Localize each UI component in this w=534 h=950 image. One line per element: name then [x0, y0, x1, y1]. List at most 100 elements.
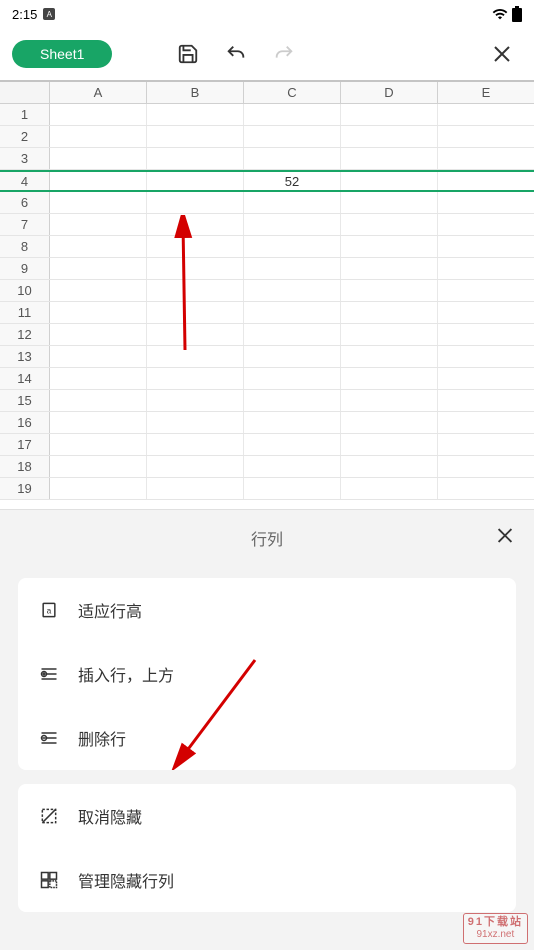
- row[interactable]: 7: [0, 214, 534, 236]
- row-header[interactable]: 10: [0, 280, 50, 301]
- row[interactable]: 12: [0, 324, 534, 346]
- menu-fit-row-height[interactable]: a 适应行高: [18, 578, 516, 642]
- row[interactable]: 10: [0, 280, 534, 302]
- cell[interactable]: [50, 126, 147, 147]
- cell[interactable]: [341, 148, 438, 169]
- cell[interactable]: [50, 434, 147, 455]
- row[interactable]: 3: [0, 148, 534, 170]
- row-header[interactable]: 8: [0, 236, 50, 257]
- cell[interactable]: [50, 280, 147, 301]
- cell[interactable]: [147, 214, 244, 235]
- col-header-a[interactable]: A: [50, 82, 147, 103]
- row-header[interactable]: 6: [0, 192, 50, 213]
- cell[interactable]: [244, 104, 341, 125]
- cell[interactable]: [438, 192, 534, 213]
- redo-button[interactable]: [264, 34, 304, 74]
- col-header-b[interactable]: B: [147, 82, 244, 103]
- col-header-e[interactable]: E: [438, 82, 534, 103]
- cell[interactable]: [438, 412, 534, 433]
- cell[interactable]: [341, 368, 438, 389]
- row[interactable]: 19: [0, 478, 534, 500]
- cell[interactable]: [244, 456, 341, 477]
- cell[interactable]: [341, 192, 438, 213]
- row-header[interactable]: 11: [0, 302, 50, 323]
- row-header[interactable]: 14: [0, 368, 50, 389]
- row-header[interactable]: 1: [0, 104, 50, 125]
- cell[interactable]: [244, 148, 341, 169]
- menu-unhide[interactable]: 取消隐藏: [18, 784, 516, 848]
- cell[interactable]: [438, 302, 534, 323]
- cell[interactable]: [244, 434, 341, 455]
- cell[interactable]: [50, 368, 147, 389]
- menu-delete-row[interactable]: 删除行: [18, 706, 516, 770]
- cell[interactable]: [147, 104, 244, 125]
- cell[interactable]: [341, 346, 438, 367]
- cell[interactable]: [438, 434, 534, 455]
- cell[interactable]: [244, 478, 341, 499]
- cell[interactable]: [244, 258, 341, 279]
- cell[interactable]: [50, 412, 147, 433]
- row[interactable]: 17: [0, 434, 534, 456]
- cell[interactable]: [244, 412, 341, 433]
- cell[interactable]: [244, 390, 341, 411]
- row-header[interactable]: 18: [0, 456, 50, 477]
- row-header[interactable]: 9: [0, 258, 50, 279]
- cell[interactable]: [50, 148, 147, 169]
- cell[interactable]: [438, 104, 534, 125]
- cell[interactable]: [147, 324, 244, 345]
- row-header[interactable]: 4: [0, 172, 50, 190]
- cell[interactable]: [438, 456, 534, 477]
- cell[interactable]: [438, 280, 534, 301]
- row[interactable]: 18: [0, 456, 534, 478]
- sheet-tab[interactable]: Sheet1: [12, 40, 112, 68]
- cell[interactable]: [50, 192, 147, 213]
- row[interactable]: 15: [0, 390, 534, 412]
- row-header[interactable]: 7: [0, 214, 50, 235]
- row-header[interactable]: 19: [0, 478, 50, 499]
- row[interactable]: 452: [0, 170, 534, 192]
- row-header[interactable]: 15: [0, 390, 50, 411]
- cell[interactable]: [147, 258, 244, 279]
- cell[interactable]: [244, 126, 341, 147]
- row[interactable]: 2: [0, 126, 534, 148]
- cell[interactable]: [147, 126, 244, 147]
- cell[interactable]: [147, 148, 244, 169]
- row-header[interactable]: 16: [0, 412, 50, 433]
- cell[interactable]: [341, 456, 438, 477]
- col-header-c[interactable]: C: [244, 82, 341, 103]
- row[interactable]: 1: [0, 104, 534, 126]
- cell[interactable]: [341, 478, 438, 499]
- row[interactable]: 11: [0, 302, 534, 324]
- cell[interactable]: [147, 302, 244, 323]
- cell[interactable]: [438, 478, 534, 499]
- cell[interactable]: [244, 280, 341, 301]
- cell[interactable]: [147, 280, 244, 301]
- cell[interactable]: [244, 236, 341, 257]
- cell[interactable]: [50, 390, 147, 411]
- close-button[interactable]: [482, 34, 522, 74]
- cell[interactable]: [147, 192, 244, 213]
- cell[interactable]: [50, 302, 147, 323]
- cell[interactable]: [50, 258, 147, 279]
- cell[interactable]: [50, 456, 147, 477]
- cell[interactable]: [147, 456, 244, 477]
- menu-insert-row-above[interactable]: 插入行，上方: [18, 642, 516, 706]
- cell[interactable]: [438, 390, 534, 411]
- cell[interactable]: [438, 236, 534, 257]
- cell[interactable]: [244, 324, 341, 345]
- row-header[interactable]: 17: [0, 434, 50, 455]
- cell[interactable]: [244, 346, 341, 367]
- cell[interactable]: [438, 346, 534, 367]
- cell[interactable]: [50, 172, 147, 190]
- row[interactable]: 13: [0, 346, 534, 368]
- corner-cell[interactable]: [0, 82, 50, 103]
- cell[interactable]: [244, 368, 341, 389]
- cell[interactable]: [438, 172, 534, 190]
- row-header[interactable]: 3: [0, 148, 50, 169]
- cell[interactable]: [341, 280, 438, 301]
- row-header[interactable]: 12: [0, 324, 50, 345]
- cell[interactable]: [147, 172, 244, 190]
- cell[interactable]: [341, 434, 438, 455]
- cell[interactable]: [438, 258, 534, 279]
- cell[interactable]: [147, 434, 244, 455]
